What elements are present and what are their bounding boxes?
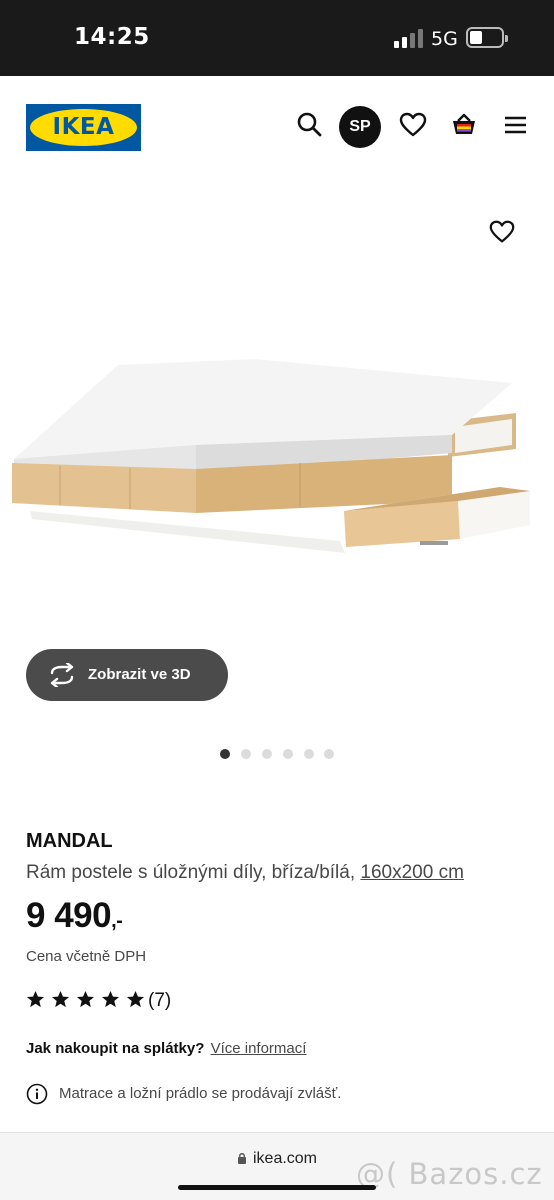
status-bar: 14:25 5G [0,0,554,76]
product-size-link[interactable]: 160x200 cm [360,862,464,883]
lock-icon [237,1153,246,1164]
product-description-text: Rám postele s úložnými díly, bříza/bílá, [26,862,356,883]
user-avatar[interactable]: SP [339,106,381,148]
view-3d-label: Zobrazit ve 3D [88,666,191,683]
search-icon[interactable] [295,110,325,140]
carousel-dot[interactable] [220,749,230,759]
installment-more-link[interactable]: Více informací [211,1040,307,1057]
home-indicator[interactable] [178,1185,376,1190]
star-icon [76,990,95,1008]
product-price: 9 490,- [26,896,123,936]
status-time: 14:25 [74,24,150,50]
browser-bar: ikea.com @( Bazos.cz [0,1132,554,1200]
signal-icon [394,28,424,48]
favourite-heart-icon[interactable] [488,218,516,246]
carousel-dot[interactable] [304,749,314,759]
logo-text: IKEA [52,114,115,140]
url-text: ikea.com [252,1150,318,1167]
star-icon [101,990,120,1008]
info-icon [26,1083,48,1105]
price-main: 9 490 [26,896,112,935]
star-icon [26,990,45,1008]
installment-info: Jak nakoupit na splátky? Více informací [26,1040,306,1057]
cart-icon[interactable] [449,110,479,140]
price-decimal: ,- [111,910,123,932]
star-icon [51,990,70,1008]
star-icon [126,990,145,1008]
rotate-3d-icon [50,663,74,687]
battery-icon [466,27,508,48]
notice-text: Matrace a ložní prádlo se prodávají zvlá… [59,1085,342,1102]
reviews-count[interactable]: (7) [148,990,171,1012]
menu-icon[interactable] [501,110,531,140]
product-image-bed [12,359,530,553]
carousel-dot[interactable] [262,749,272,759]
vat-note: Cena včetně DPH [26,948,147,965]
carousel-dot[interactable] [324,749,334,759]
site-header: IKEA SP [0,76,554,176]
network-label: 5G [431,28,458,50]
carousel-dot[interactable] [283,749,293,759]
carousel-dot[interactable] [241,749,251,759]
installment-question: Jak nakoupit na splátky? [26,1040,205,1057]
product-name: MANDAL [26,830,113,852]
product-description: Rám postele s úložnými díly, bříza/bílá,… [26,862,464,884]
view-3d-button[interactable]: Zobrazit ve 3D [26,649,228,701]
heart-icon[interactable] [398,110,428,140]
watermark: @( Bazos.cz [356,1157,543,1191]
product-gallery[interactable]: Zobrazit ve 3D [0,176,554,776]
ikea-logo[interactable]: IKEA [26,104,141,151]
